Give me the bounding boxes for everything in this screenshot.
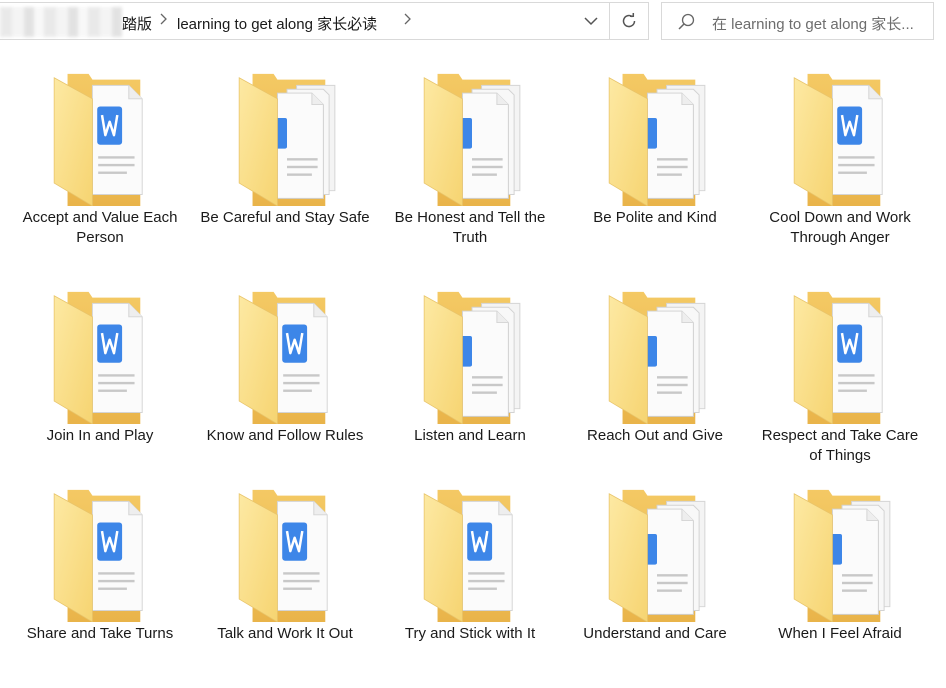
folder-item[interactable]: Try and Stick with It — [385, 488, 555, 688]
folder-item[interactable]: Be Careful and Stay Safe — [200, 72, 370, 272]
folder-icon — [608, 291, 706, 424]
folder-icon — [608, 73, 706, 206]
folder-name: Share and Take Turns — [26, 625, 174, 642]
folder-icon — [238, 489, 328, 622]
folder-item[interactable]: Know and Follow Rules — [200, 290, 370, 490]
folder-icon — [423, 73, 521, 206]
folder-item[interactable]: Be Honest and Tell the Truth — [385, 72, 555, 272]
folder-name: Be Honest and Tell the Truth — [394, 209, 546, 246]
folder-item[interactable]: Respect and Take Care of Things — [755, 290, 925, 490]
folder-name: Try and Stick with It — [404, 625, 536, 642]
folder-item[interactable]: Join In and Play — [15, 290, 185, 490]
folder-icon — [238, 291, 328, 424]
folder-item[interactable]: Reach Out and Give — [570, 290, 740, 490]
folder-icon — [793, 291, 883, 424]
folder-name: Respect and Take Care of Things — [761, 427, 919, 464]
folder-icon — [423, 291, 521, 424]
folder-name: Understand and Care — [583, 625, 727, 642]
folder-icon — [793, 489, 891, 622]
folder-icon — [53, 291, 143, 424]
folder-name: Be Careful and Stay Safe — [200, 209, 370, 226]
folder-name: Accept and Value Each Person — [22, 209, 178, 246]
folder-name: Be Polite and Kind — [593, 209, 717, 226]
folder-icon — [608, 489, 706, 622]
folder-icon — [53, 489, 143, 622]
folder-name: Talk and Work It Out — [217, 625, 353, 642]
folder-item[interactable]: Accept and Value Each Person — [15, 72, 185, 272]
folder-name: Reach Out and Give — [587, 427, 723, 444]
folder-item[interactable]: Talk and Work It Out — [200, 488, 370, 688]
folder-icon — [53, 73, 143, 206]
folder-item[interactable]: When I Feel Afraid — [755, 488, 925, 688]
folder-icon — [793, 73, 883, 206]
folder-name: Join In and Play — [46, 427, 154, 444]
folder-item[interactable]: Understand and Care — [570, 488, 740, 688]
folder-item[interactable]: Cool Down and Work Through Anger — [755, 72, 925, 272]
folder-name: Listen and Learn — [414, 427, 526, 444]
folder-item[interactable]: Listen and Learn — [385, 290, 555, 490]
folder-name: When I Feel Afraid — [778, 625, 902, 642]
folder-icon — [423, 489, 513, 622]
folder-item[interactable]: Be Polite and Kind — [570, 72, 740, 272]
folder-item[interactable]: Share and Take Turns — [15, 488, 185, 688]
folder-name: Know and Follow Rules — [206, 427, 364, 444]
folder-name: Cool Down and Work Through Anger — [769, 209, 911, 246]
file-grid: Accept and Value Each Person Be Careful … — [0, 0, 946, 679]
folder-icon — [238, 73, 336, 206]
